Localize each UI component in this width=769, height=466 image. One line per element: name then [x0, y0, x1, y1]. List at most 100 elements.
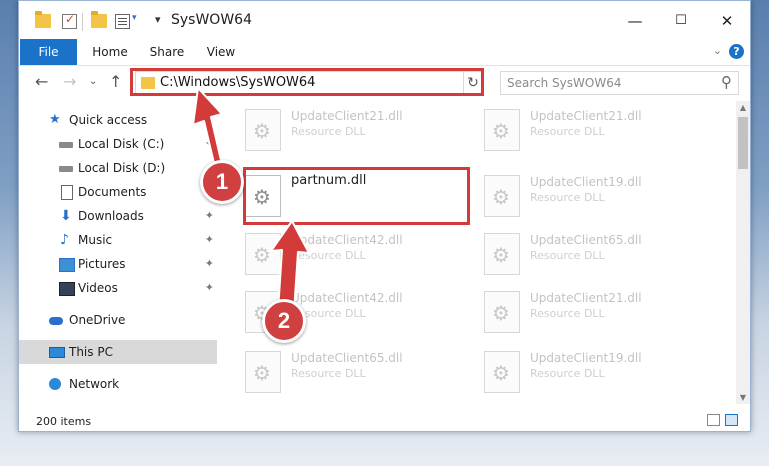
nav-item-quick-access[interactable]: ★ Quick access — [19, 108, 217, 132]
file-type: Resource DLL — [291, 249, 366, 262]
nav-item-label: Downloads — [78, 209, 144, 223]
forward-icon[interactable]: → — [63, 72, 76, 91]
tab-share[interactable]: Share — [145, 39, 189, 65]
nav-item-label: Network — [69, 377, 120, 391]
tab-file[interactable]: File — [20, 39, 77, 65]
vertical-scrollbar[interactable]: ▲ ▼ — [736, 101, 750, 404]
nav-item-this-pc[interactable]: This PC — [19, 340, 217, 364]
star-icon: ★ — [49, 112, 61, 127]
file-type: Resource DLL — [530, 191, 605, 204]
dll-file-icon — [245, 233, 281, 275]
nav-item-onedrive[interactable]: OneDrive — [19, 308, 217, 332]
scroll-thumb[interactable] — [738, 117, 748, 169]
documents-icon — [61, 185, 73, 200]
file-tile[interactable]: UpdateClient21.dll Resource DLL — [456, 285, 686, 335]
tab-view[interactable]: View — [201, 39, 241, 65]
file-highlight-box — [243, 167, 470, 225]
file-type: Resource DLL — [291, 367, 366, 380]
nav-item-local-disk-d[interactable]: Local Disk (D:) ✦ — [19, 156, 217, 180]
file-name: UpdateClient19.dll — [530, 175, 642, 189]
customize-toolbar-icon[interactable]: ▾ — [155, 13, 161, 26]
network-icon — [49, 378, 61, 390]
cloud-icon — [49, 317, 63, 325]
dll-file-icon — [245, 109, 281, 151]
pin-icon: ✦ — [204, 137, 214, 150]
nav-item-pictures[interactable]: Pictures ✦ — [19, 252, 217, 276]
expand-ribbon-icon[interactable]: ⌄ — [713, 44, 722, 57]
file-tile[interactable]: UpdateClient19.dll Resource DLL — [456, 345, 686, 395]
nav-item-local-disk-c[interactable]: Local Disk (C:) ✦ — [19, 132, 217, 156]
search-input[interactable]: Search SysWOW64 — [507, 76, 621, 90]
nav-item-label: Documents — [78, 185, 147, 199]
scroll-up-icon[interactable]: ▲ — [736, 103, 750, 112]
file-name: UpdateClient21.dll — [291, 109, 403, 123]
status-bar: 200 items — [19, 410, 750, 432]
file-tile[interactable]: UpdateClient65.dll Resource DLL — [456, 227, 686, 277]
drive-icon — [59, 142, 73, 148]
file-tile[interactable]: UpdateClient65.dll Resource DLL — [217, 345, 447, 395]
nav-item-downloads[interactable]: ⬇ Downloads ✦ — [19, 204, 217, 228]
recent-locations-icon[interactable]: ⌄ — [89, 76, 97, 87]
dll-file-icon — [484, 109, 520, 151]
search-icon[interactable]: ⚲ — [721, 73, 732, 91]
nav-item-label: Music — [78, 233, 113, 247]
file-tile[interactable]: UpdateClient42.dll Resource DLL — [217, 285, 447, 335]
tiles-view-icon[interactable] — [725, 414, 738, 426]
file-type: Resource DLL — [291, 125, 366, 138]
details-view-icon[interactable] — [707, 414, 720, 426]
nav-item-music[interactable]: ♪ Music ✦ — [19, 228, 217, 252]
pin-icon: ✦ — [204, 209, 214, 222]
maximize-button[interactable]: ☐ — [658, 7, 704, 35]
pin-icon: ✦ — [204, 233, 214, 246]
file-list: UpdateClient21.dll Resource DLL UpdateCl… — [217, 101, 737, 404]
file-name: UpdateClient65.dll — [291, 351, 403, 365]
properties-check-icon[interactable] — [62, 12, 77, 29]
window-title: SysWOW64 — [171, 12, 252, 28]
file-tile[interactable]: UpdateClient21.dll Resource DLL — [217, 103, 447, 153]
file-type: Resource DLL — [530, 367, 605, 380]
file-name: UpdateClient19.dll — [530, 351, 642, 365]
nav-item-label: Local Disk (D:) — [78, 161, 166, 175]
dll-file-icon — [484, 351, 520, 393]
minimize-button[interactable]: — — [612, 7, 658, 35]
file-type: Resource DLL — [530, 307, 605, 320]
search-box[interactable]: Search SysWOW64 ⚲ — [500, 71, 739, 95]
up-icon[interactable]: ↑ — [109, 72, 122, 91]
file-tile[interactable]: UpdateClient21.dll Resource DLL — [456, 103, 686, 153]
item-count: 200 items — [36, 415, 92, 428]
close-button[interactable]: ✕ — [704, 7, 750, 35]
navigation-pane: ★ Quick access Local Disk (C:) ✦ Local D… — [19, 101, 217, 404]
file-type: Resource DLL — [530, 249, 605, 262]
nav-item-network[interactable]: Network — [19, 372, 217, 396]
scroll-down-icon[interactable]: ▼ — [736, 393, 750, 402]
music-icon: ♪ — [60, 232, 69, 248]
folder-icon[interactable] — [35, 11, 51, 28]
view-dropdown-icon[interactable]: ▾ — [132, 13, 137, 23]
nav-item-label: Local Disk (C:) — [78, 137, 165, 151]
nav-item-label: Pictures — [78, 257, 126, 271]
dll-file-icon — [245, 351, 281, 393]
step-1-badge: 1 — [200, 160, 244, 204]
new-folder-icon[interactable] — [91, 11, 107, 28]
nav-item-label: This PC — [69, 345, 113, 359]
file-tile[interactable]: UpdateClient42.dll Resource DLL — [217, 227, 447, 277]
file-name: UpdateClient42.dll — [291, 291, 403, 305]
ribbon: File Home Share View ⌄ ? — [19, 39, 750, 66]
download-icon: ⬇ — [60, 208, 72, 224]
file-name: UpdateClient21.dll — [530, 291, 642, 305]
view-options-icon[interactable] — [115, 14, 130, 29]
help-icon[interactable]: ? — [729, 44, 744, 59]
divider — [82, 13, 83, 31]
videos-icon — [59, 282, 75, 296]
file-name: UpdateClient21.dll — [530, 109, 642, 123]
dll-file-icon — [484, 233, 520, 275]
pin-icon: ✦ — [204, 257, 214, 270]
tab-home[interactable]: Home — [87, 39, 133, 65]
back-icon[interactable]: ← — [35, 72, 48, 91]
drive-icon — [59, 166, 73, 172]
file-name: UpdateClient65.dll — [530, 233, 642, 247]
nav-item-documents[interactable]: Documents ✦ — [19, 180, 217, 204]
step-2-badge: 2 — [262, 299, 306, 343]
nav-item-videos[interactable]: Videos ✦ — [19, 276, 217, 300]
file-tile[interactable]: UpdateClient19.dll Resource DLL — [456, 169, 686, 219]
